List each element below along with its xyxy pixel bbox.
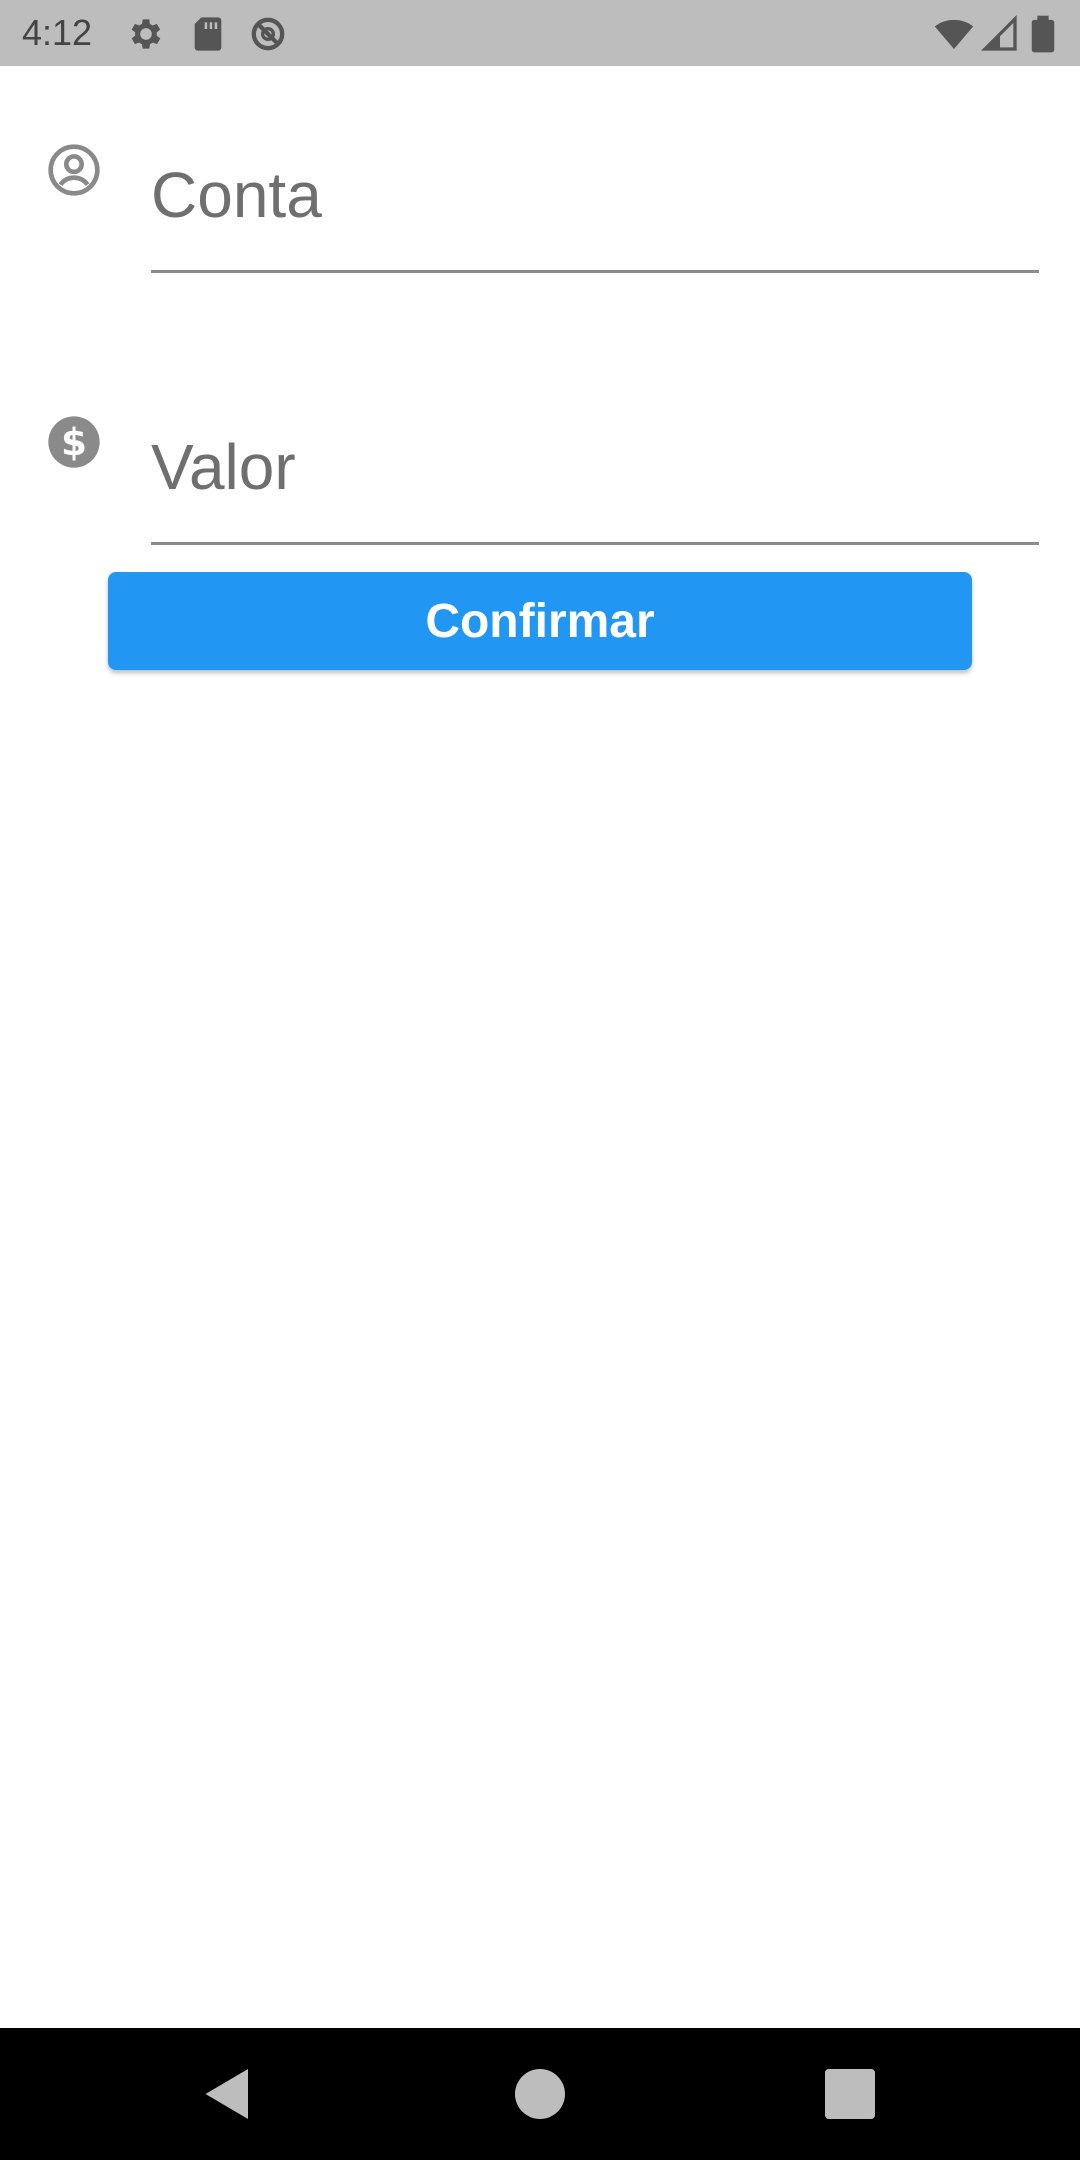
recents-icon[interactable] bbox=[820, 2064, 880, 2124]
amount-field-row: $ bbox=[0, 392, 1080, 552]
signal-icon bbox=[980, 14, 1020, 54]
navigation-bar bbox=[0, 2028, 1080, 2160]
home-icon[interactable] bbox=[510, 2064, 570, 2124]
status-time: 4:12 bbox=[22, 12, 93, 53]
battery-icon bbox=[1028, 14, 1058, 54]
wifi-icon bbox=[934, 14, 974, 54]
account-circle-icon bbox=[46, 142, 102, 198]
sd-card-icon bbox=[188, 14, 228, 54]
account-input[interactable] bbox=[151, 120, 1039, 273]
app-screen: 4:12 Conta $ Valor Confirmar bbox=[0, 0, 1080, 2160]
gear-icon bbox=[126, 14, 166, 54]
amount-input[interactable] bbox=[151, 392, 1039, 545]
svg-text:$: $ bbox=[61, 420, 87, 464]
status-bar: 4:12 bbox=[0, 0, 1080, 66]
account-field-row bbox=[0, 120, 1080, 280]
confirm-button[interactable]: Confirmar bbox=[108, 572, 972, 670]
no-sync-icon bbox=[248, 14, 288, 54]
back-icon[interactable] bbox=[198, 2064, 258, 2124]
dollar-circle-icon: $ bbox=[46, 414, 102, 470]
